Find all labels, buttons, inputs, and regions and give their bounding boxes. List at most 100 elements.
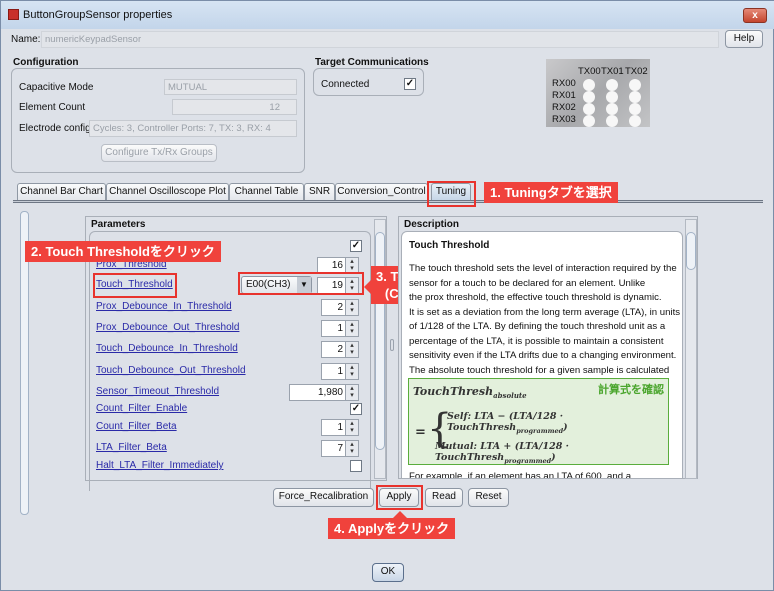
description-line: It is set as a deviation from the long t… bbox=[409, 306, 681, 318]
electrode-dot bbox=[583, 79, 595, 91]
connected-label: Connected bbox=[321, 79, 370, 90]
callout-step4-arrow bbox=[393, 511, 407, 518]
formula-title: TouchThreshabsolute bbox=[413, 385, 527, 401]
tab-channel-bar-chart[interactable]: Channel Bar Chart bbox=[17, 183, 106, 200]
matrix-row-rx03: RX03 bbox=[552, 114, 576, 125]
capacitive-mode-label: Capacitive Mode bbox=[19, 82, 94, 93]
parameters-title: Parameters bbox=[91, 219, 146, 230]
description-line: sensitivity even if the LTA drifts due t… bbox=[409, 350, 677, 361]
configure-groups-button[interactable]: Configure Tx/Rx Groups bbox=[101, 144, 217, 162]
top-checkbox[interactable]: ✓ bbox=[350, 240, 362, 252]
highlight-touch-threshold-label bbox=[93, 273, 177, 298]
param-checkbox[interactable]: ✓ bbox=[350, 403, 362, 415]
capacitive-mode-select[interactable]: MUTUAL bbox=[164, 79, 297, 95]
tab-channel-table[interactable]: Channel Table bbox=[229, 183, 304, 200]
param-label[interactable]: Halt_LTA_Filter_Immediately bbox=[96, 460, 223, 471]
param-label[interactable]: Sensor_Timeout_Threshold bbox=[96, 386, 219, 397]
connected-checkbox[interactable]: ✓ bbox=[404, 78, 416, 90]
description-more: For example, if an element has an LTA of… bbox=[409, 471, 632, 479]
formula-equals: = bbox=[415, 425, 426, 440]
param-label[interactable]: Touch_Debounce_Out_Threshold bbox=[96, 365, 246, 376]
electrode-dot bbox=[629, 103, 641, 115]
param-spinner[interactable]: 1 bbox=[321, 320, 359, 337]
param-label[interactable]: Touch_Debounce_In_Threshold bbox=[96, 343, 238, 354]
matrix-col-tx00: TX00 bbox=[578, 66, 601, 77]
electrode-dot bbox=[583, 103, 595, 115]
highlight-apply-button bbox=[376, 485, 423, 510]
formula-note: 計算式を確認 bbox=[598, 383, 664, 396]
properties-window: ButtonGroupSensor properties x Name: num… bbox=[0, 0, 774, 591]
param-label[interactable]: Count_Filter_Beta bbox=[96, 421, 177, 432]
description-title: Description bbox=[404, 219, 460, 230]
parameters-scroll-thumb[interactable] bbox=[375, 232, 385, 450]
target-communications-title: Target Communications bbox=[315, 57, 429, 68]
description-text: The touch threshold sets the level of in… bbox=[409, 262, 682, 393]
electrode-matrix: TX00 TX01 TX02 RX00 RX01 RX02 RX03 bbox=[546, 59, 650, 127]
description-line: sensor for a touch to be declared for an… bbox=[409, 277, 646, 289]
description-line: The absolute touch threshold for a given… bbox=[409, 364, 670, 376]
param-checkbox[interactable] bbox=[350, 460, 362, 472]
electrode-dot bbox=[629, 115, 641, 127]
tab-snr[interactable]: SNR bbox=[304, 183, 335, 200]
electrode-dot bbox=[629, 91, 641, 103]
formula-self: Self: LTA − (LTA/128 · TouchThreshprogra… bbox=[447, 411, 568, 435]
read-button[interactable]: Read bbox=[425, 488, 463, 507]
highlight-tuning-tab bbox=[427, 181, 476, 207]
formula-mutual: Mutual: LTA + (LTA/128 · TouchThreshprog… bbox=[435, 441, 569, 465]
formula-box: TouchThreshabsolute 計算式を確認 = { Self: LTA… bbox=[408, 378, 669, 465]
param-spinner[interactable]: 1 bbox=[321, 419, 359, 436]
description-scrollbar[interactable] bbox=[685, 219, 697, 479]
matrix-row-rx02: RX02 bbox=[552, 102, 576, 113]
app-icon bbox=[8, 9, 19, 20]
description-heading: Touch Threshold bbox=[409, 240, 490, 251]
param-spinner[interactable]: 2 bbox=[321, 299, 359, 316]
param-spinner[interactable]: 2 bbox=[321, 341, 359, 358]
element-count-label: Element Count bbox=[19, 102, 86, 113]
matrix-col-tx02: TX02 bbox=[625, 66, 648, 77]
description-line: The touch threshold sets the level of in… bbox=[409, 263, 677, 274]
reset-button[interactable]: Reset bbox=[468, 488, 509, 507]
param-label[interactable]: LTA_Filter_Beta bbox=[96, 442, 167, 453]
electrode-dot bbox=[606, 79, 618, 91]
element-count-spinner[interactable]: 12 bbox=[172, 99, 297, 115]
electrode-dot bbox=[606, 115, 618, 127]
parameters-scrollbar[interactable] bbox=[374, 219, 386, 479]
close-button[interactable]: x bbox=[743, 8, 767, 23]
param-spinner[interactable]: 7 bbox=[321, 440, 359, 457]
param-label[interactable]: Prox_Debounce_In_Threshold bbox=[96, 301, 232, 312]
electrode-config-label: Electrode config bbox=[19, 123, 91, 134]
electrode-config-select[interactable]: Cycles: 3, Controller Ports: 7, TX: 3, R… bbox=[89, 120, 297, 137]
description-line: percentage of the LTA, it is possible to… bbox=[409, 335, 664, 347]
matrix-col-tx01: TX01 bbox=[601, 66, 624, 77]
electrode-dot bbox=[606, 91, 618, 103]
tab-strip-divider bbox=[13, 200, 763, 203]
tab-conversion-control[interactable]: Conversion_Control bbox=[335, 183, 428, 200]
description-line: the prox threshold, the effective touch … bbox=[409, 292, 662, 303]
window-title: ButtonGroupSensor properties bbox=[23, 9, 173, 21]
callout-step4: 4. Applyをクリック bbox=[328, 518, 456, 539]
callout-step1: 1. Tuningタブを選択 bbox=[484, 182, 618, 203]
electrode-dot bbox=[583, 91, 595, 103]
ok-button[interactable]: OK bbox=[372, 563, 404, 582]
param-spinner[interactable]: 1 bbox=[321, 363, 359, 380]
electrode-dot bbox=[629, 79, 641, 91]
tab-channel-oscilloscope-plot[interactable]: Channel Oscilloscope Plot bbox=[106, 183, 229, 200]
name-label: Name: bbox=[11, 34, 41, 45]
highlight-touch-threshold-value bbox=[238, 272, 364, 295]
matrix-row-rx01: RX01 bbox=[552, 90, 576, 101]
matrix-row-rx00: RX00 bbox=[552, 78, 576, 89]
name-field[interactable]: numericKeypadSensor bbox=[41, 31, 719, 48]
force-recalibration-button[interactable]: Force_Recalibration bbox=[273, 488, 374, 507]
param-label[interactable]: Count_Filter_Enable bbox=[96, 403, 187, 414]
callout-step2: 2. Touch Thresholdをクリック bbox=[25, 241, 221, 262]
param-label[interactable]: Prox_Debounce_Out_Threshold bbox=[96, 322, 239, 333]
splitter-handle[interactable] bbox=[390, 339, 394, 351]
description-line: of 1/128 of the LTA. By defining the tou… bbox=[409, 321, 666, 332]
description-scroll-thumb[interactable] bbox=[686, 232, 696, 270]
electrode-dot bbox=[606, 103, 618, 115]
title-bar: ButtonGroupSensor properties x bbox=[1, 1, 774, 29]
electrode-dot bbox=[583, 115, 595, 127]
callout-step3-arrow bbox=[364, 280, 371, 294]
param-spinner[interactable]: 1,980 bbox=[289, 384, 359, 401]
help-button[interactable]: Help bbox=[725, 30, 763, 48]
